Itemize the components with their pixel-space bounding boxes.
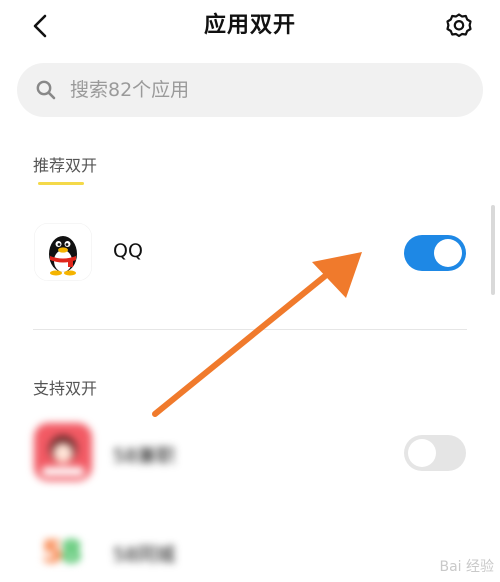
toggle-knob (434, 239, 462, 267)
scrollbar[interactable] (491, 205, 495, 295)
section-divider (33, 329, 467, 330)
section-underline (38, 182, 84, 185)
search-input[interactable]: 搜索82个应用 (70, 63, 189, 117)
gear-icon (446, 13, 472, 38)
58-jianzhi-icon (34, 423, 92, 481)
app-name-58-jianzhi: 58兼职 (113, 445, 176, 467)
app-name-qq: QQ (113, 240, 143, 262)
app-name-58-tongcheng: 58同城 (113, 544, 176, 566)
page-title: 应用双开 (203, 13, 296, 38)
settings-button[interactable] (444, 11, 474, 41)
search-icon (35, 79, 57, 101)
qq-penguin-icon (34, 223, 92, 281)
search-bar[interactable]: 搜索82个应用 (17, 63, 483, 117)
dual-app-toggle-qq[interactable] (404, 235, 466, 271)
watermark: Bai 经验 (439, 559, 494, 575)
svg-text:5: 5 (42, 535, 63, 570)
toggle-knob (408, 439, 436, 467)
section-label-supported: 支持双开 (33, 379, 98, 398)
svg-text:8: 8 (61, 535, 82, 570)
dual-app-toggle-58-jianzhi[interactable] (404, 435, 466, 471)
section-label-recommended: 推荐双开 (33, 156, 98, 175)
58-tongcheng-icon: 5 8 (34, 520, 92, 578)
